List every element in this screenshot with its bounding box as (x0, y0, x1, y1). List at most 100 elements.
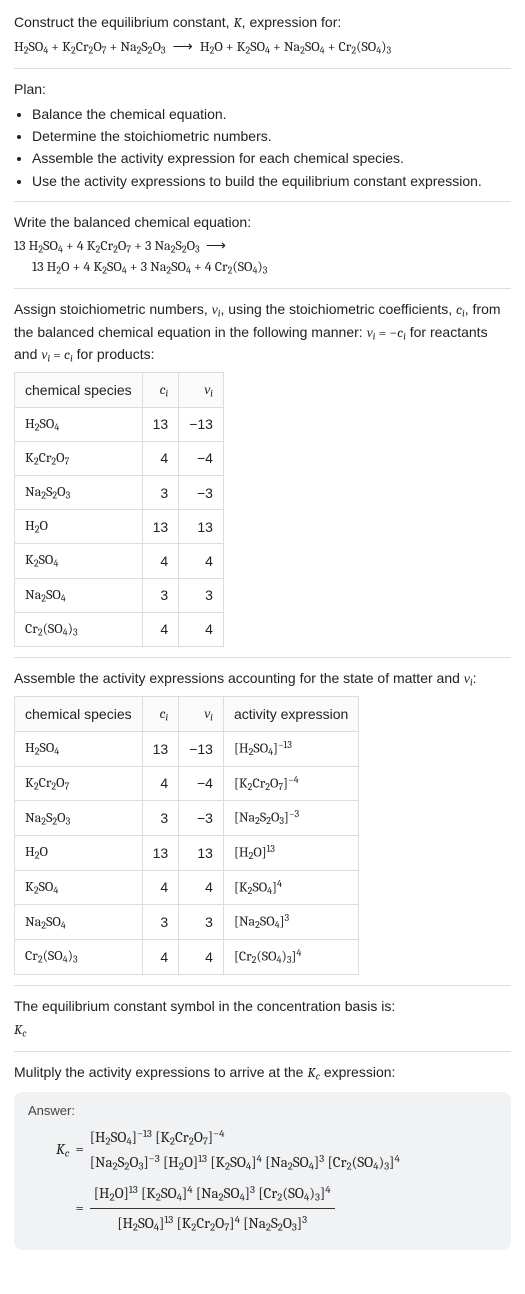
table-row: Cr2(SO4)344[Cr2(SO4)3]4 (15, 940, 359, 975)
table-header-row: chemical species ci νi activity expressi… (15, 696, 359, 731)
cell-species: H2SO4 (15, 732, 143, 767)
cell-ci: 3 (142, 578, 179, 612)
cell-vi: −4 (179, 766, 224, 801)
col-activity: activity expression (223, 696, 358, 731)
col-species: chemical species (15, 696, 143, 731)
intro-block: Construct the equilibrium constant, K, e… (14, 12, 511, 58)
answer-rhs-fraction: [H2O]13 [K2SO4]4 [Na2SO4]3 [Cr2(SO4)3]4 … (90, 1181, 497, 1236)
table-row: K2SO444 (15, 544, 224, 578)
answer-lhs: Kc (56, 1139, 69, 1161)
balanced-eq-line2: 13 H2O + 4 K2SO4 + 3 Na2SO4 + 4 Cr2(SO4)… (14, 257, 511, 278)
equals-sign: = (75, 1198, 83, 1220)
cell-activity: [H2SO4]−13 (223, 732, 358, 767)
table-row: H2O1313[H2O]13 (15, 836, 359, 871)
table-row: Na2SO433 (15, 578, 224, 612)
cell-vi: 4 (179, 612, 224, 646)
table-row: H2SO413−13 (15, 407, 224, 441)
balanced-block: Write the balanced chemical equation: 13… (14, 212, 511, 279)
answer-rhs-product: [H2SO4]−13 [K2Cr2O7]−4 [Na2S2O3]−3 [H2O]… (90, 1125, 497, 1175)
table-row: H2O1313 (15, 510, 224, 544)
cell-activity: [Na2SO4]3 (223, 905, 358, 940)
activity-heading: Assemble the activity expressions accoun… (14, 668, 511, 690)
cell-ci: 4 (142, 870, 179, 905)
intro-equation: H2SO4 + K2Cr2O7 + Na2S2O3 ⟶ H2O + K2SO4 … (14, 37, 511, 58)
cell-ci: 13 (142, 836, 179, 871)
cell-vi: 13 (179, 836, 224, 871)
cell-ci: 4 (142, 766, 179, 801)
cell-ci: 3 (142, 476, 179, 510)
col-ci: ci (142, 372, 179, 407)
cell-species: K2Cr2O7 (15, 766, 143, 801)
plan-item: Balance the chemical equation. (32, 104, 511, 124)
cell-vi: −3 (179, 476, 224, 510)
cell-species: Cr2(SO4)3 (15, 612, 143, 646)
cell-species: Na2S2O3 (15, 801, 143, 836)
cell-vi: −13 (179, 732, 224, 767)
cell-ci: 4 (142, 442, 179, 476)
cell-species: Cr2(SO4)3 (15, 940, 143, 975)
kc-block: The equilibrium constant symbol in the c… (14, 996, 511, 1041)
balanced-heading: Write the balanced chemical equation: (14, 212, 511, 232)
plan-list: Balance the chemical equation. Determine… (14, 104, 511, 191)
plan-item: Use the activity expressions to build th… (32, 171, 511, 191)
table-row: Cr2(SO4)344 (15, 612, 224, 646)
plan-item: Determine the stoichiometric numbers. (32, 126, 511, 146)
table-row: K2SO444[K2SO4]4 (15, 870, 359, 905)
cell-ci: 3 (142, 905, 179, 940)
col-species: chemical species (15, 372, 143, 407)
plan-item: Assemble the activity expression for eac… (32, 148, 511, 168)
equals-sign: = (75, 1139, 83, 1161)
cell-activity: [K2SO4]4 (223, 870, 358, 905)
stoich-table: chemical species ci νi H2SO413−13 K2Cr2O… (14, 372, 224, 647)
cell-vi: −13 (179, 407, 224, 441)
table-header-row: chemical species ci νi (15, 372, 224, 407)
cell-vi: −4 (179, 442, 224, 476)
activity-table: chemical species ci νi activity expressi… (14, 696, 359, 975)
table-row: Na2SO433[Na2SO4]3 (15, 905, 359, 940)
cell-ci: 13 (142, 407, 179, 441)
cell-activity: [Cr2(SO4)3]4 (223, 940, 358, 975)
cell-species: Na2SO4 (15, 905, 143, 940)
table-row: H2SO413−13[H2SO4]−13 (15, 732, 359, 767)
divider (14, 288, 511, 289)
answer-label: Answer: (28, 1102, 497, 1121)
cell-vi: −3 (179, 801, 224, 836)
cell-ci: 4 (142, 544, 179, 578)
col-ci: ci (142, 696, 179, 731)
cell-species: K2Cr2O7 (15, 442, 143, 476)
divider (14, 1051, 511, 1052)
cell-activity: [H2O]13 (223, 836, 358, 871)
cell-species: K2SO4 (15, 870, 143, 905)
balanced-eq-line1: 13 H2SO4 + 4 K2Cr2O7 + 3 Na2S2O3 ⟶ (14, 236, 511, 257)
cell-vi: 3 (179, 905, 224, 940)
answer-math: Kc = [H2SO4]−13 [K2Cr2O7]−4 [Na2S2O3]−3 … (28, 1125, 497, 1236)
answer-box: Answer: Kc = [H2SO4]−13 [K2Cr2O7]−4 [Na2… (14, 1092, 511, 1250)
fraction-denominator: [H2SO4]13 [K2Cr2O7]4 [Na2S2O3]3 (90, 1209, 335, 1236)
cell-species: H2O (15, 510, 143, 544)
cell-ci: 4 (142, 612, 179, 646)
activity-block: Assemble the activity expressions accoun… (14, 668, 511, 975)
cell-ci: 13 (142, 510, 179, 544)
cell-activity: [K2Cr2O7]−4 (223, 766, 358, 801)
cell-vi: 4 (179, 940, 224, 975)
cell-vi: 4 (179, 544, 224, 578)
divider (14, 985, 511, 986)
cell-species: Na2S2O3 (15, 476, 143, 510)
cell-species: Na2SO4 (15, 578, 143, 612)
cell-species: K2SO4 (15, 544, 143, 578)
intro-line1: Construct the equilibrium constant, K, e… (14, 12, 511, 33)
plan-block: Plan: Balance the chemical equation. Det… (14, 79, 511, 190)
col-vi: νi (179, 696, 224, 731)
divider (14, 68, 511, 69)
cell-ci: 13 (142, 732, 179, 767)
cell-activity: [Na2S2O3]−3 (223, 801, 358, 836)
divider (14, 657, 511, 658)
stoich-block: Assign stoichiometric numbers, νi, using… (14, 299, 511, 646)
cell-vi: 3 (179, 578, 224, 612)
kc-symbol: Kc (14, 1020, 511, 1041)
cell-species: H2O (15, 836, 143, 871)
col-vi: νi (179, 372, 224, 407)
table-row: K2Cr2O74−4[K2Cr2O7]−4 (15, 766, 359, 801)
cell-species: H2SO4 (15, 407, 143, 441)
cell-ci: 4 (142, 940, 179, 975)
